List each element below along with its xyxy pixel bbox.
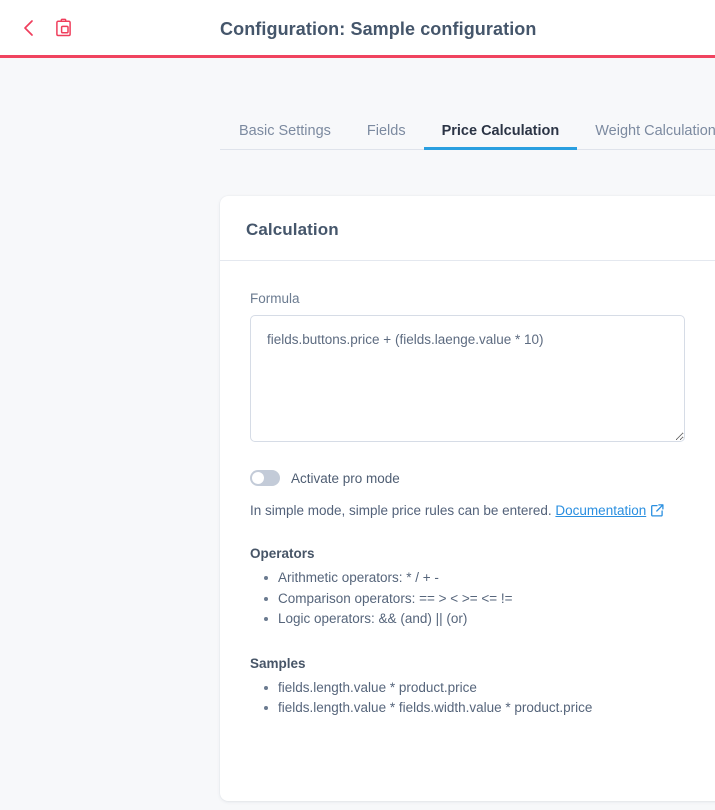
toggle-knob — [252, 472, 264, 484]
list-item: fields.length.value * product.price — [278, 678, 710, 699]
header-icon-group — [0, 17, 74, 39]
page-title: Configuration: Sample configuration — [220, 0, 537, 58]
formula-input[interactable] — [250, 315, 685, 442]
operators-heading: Operators — [250, 546, 710, 561]
mode-hint-text: In simple mode, simple price rules can b… — [250, 503, 552, 518]
list-item: Arithmetic operators: * / + - — [278, 568, 710, 589]
operators-list: Arithmetic operators: * / + - Comparison… — [250, 568, 710, 630]
list-item: Comparison operators: == > < >= <= != — [278, 589, 710, 610]
tab-price-calculation[interactable]: Price Calculation — [424, 124, 578, 150]
duplicate-configuration-button[interactable] — [52, 17, 74, 39]
list-item: fields.length.value * fields.width.value… — [278, 698, 710, 719]
calculation-card-body: Formula Activate pro mode In simple mode… — [220, 261, 715, 749]
calculation-card-title: Calculation — [246, 220, 714, 240]
samples-heading: Samples — [250, 656, 710, 671]
mode-hint: In simple mode, simple price rules can b… — [250, 503, 710, 520]
external-link-icon[interactable] — [651, 504, 664, 520]
list-item: Logic operators: && (and) || (or) — [278, 609, 710, 630]
chevron-left-icon — [22, 19, 36, 37]
samples-list: fields.length.value * product.price fiel… — [250, 678, 710, 719]
tab-bar: Basic Settings Fields Price Calculation … — [220, 104, 715, 150]
pro-mode-label: Activate pro mode — [291, 471, 400, 486]
pro-mode-row: Activate pro mode — [250, 470, 710, 486]
tab-fields[interactable]: Fields — [349, 124, 424, 150]
pro-mode-toggle[interactable] — [250, 470, 280, 486]
tab-bar-wrapper: Basic Settings Fields Price Calculation … — [0, 58, 715, 150]
back-button[interactable] — [18, 17, 40, 39]
top-header-bar: Configuration: Sample configuration — [0, 0, 715, 58]
calculation-card: Calculation Formula Activate pro mode In… — [220, 196, 715, 801]
tab-weight-calculation[interactable]: Weight Calculation — [577, 124, 715, 150]
documentation-link[interactable]: Documentation — [555, 503, 646, 518]
tab-basic-settings[interactable]: Basic Settings — [220, 124, 349, 150]
calculation-card-header: Calculation — [220, 196, 715, 261]
clipboard-icon — [55, 18, 72, 37]
formula-label: Formula — [250, 291, 710, 306]
